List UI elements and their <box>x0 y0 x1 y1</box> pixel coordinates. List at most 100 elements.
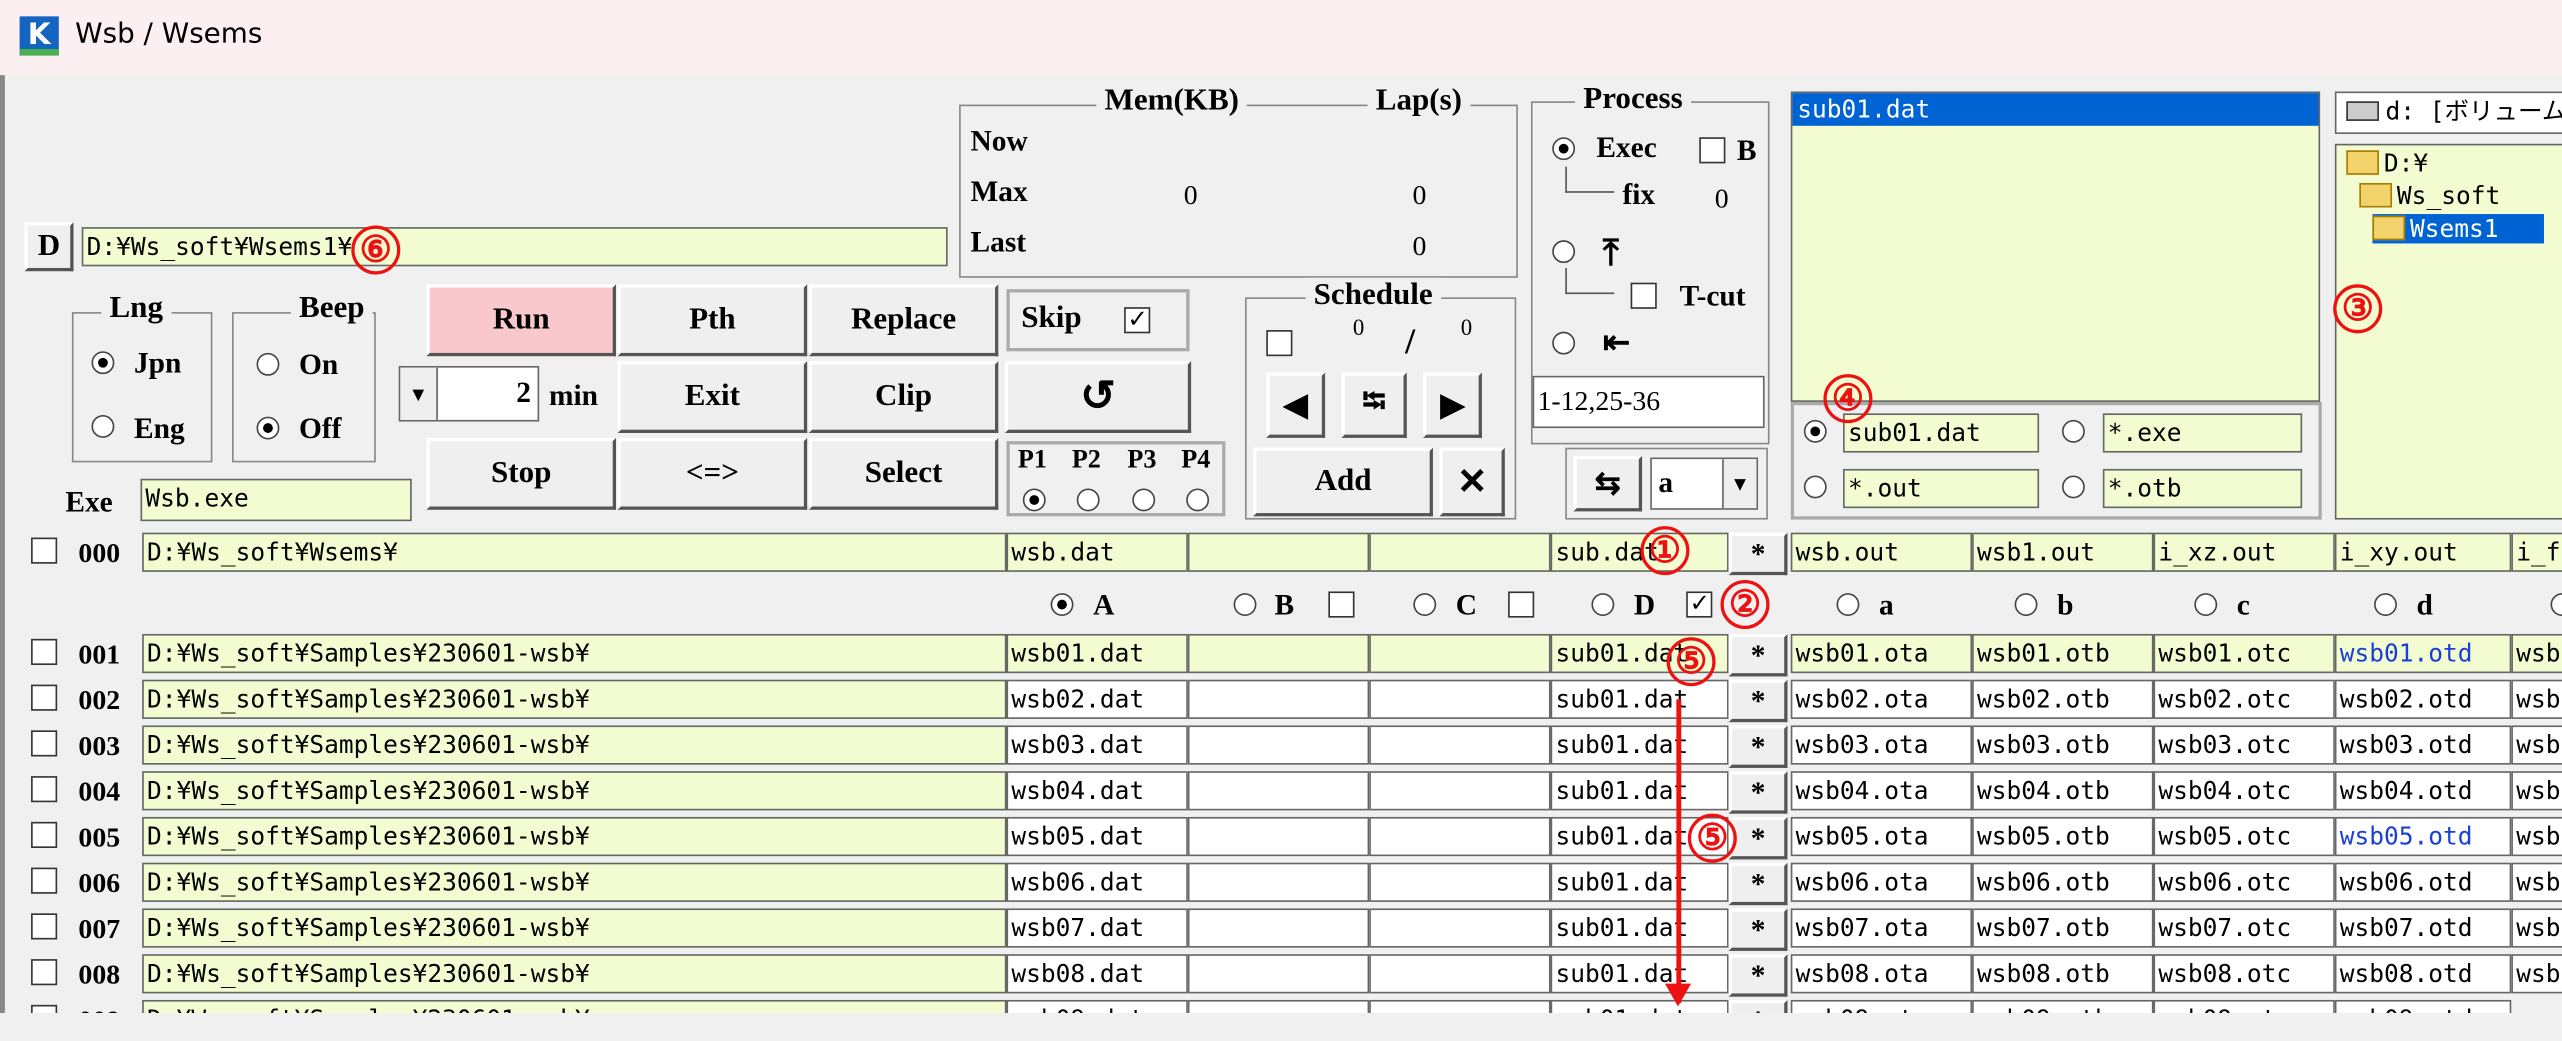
next-button[interactable]: ▶ <box>1423 372 1482 438</box>
row-7-star-button[interactable]: * <box>1728 908 1788 951</box>
row-000-out-e[interactable]: i_far <box>2511 532 2562 572</box>
row-8-path[interactable]: D:¥Ws_soft¥Samples¥230601-wsb¥ <box>142 954 1007 994</box>
row-7-col-b[interactable] <box>1187 908 1370 948</box>
out-d-radio[interactable] <box>2374 593 2397 616</box>
row-1-out-2[interactable]: wsb01.otc <box>2153 633 2335 674</box>
row-1-path[interactable]: D:¥Ws_soft¥Samples¥230601-wsb¥ <box>142 633 1007 674</box>
col-d-radio[interactable] <box>1591 593 1615 616</box>
col-c-checkbox[interactable] <box>1508 591 1535 618</box>
row-7-path[interactable]: D:¥Ws_soft¥Samples¥230601-wsb¥ <box>142 908 1007 948</box>
row-7-out-1[interactable]: wsb07.otb <box>1972 908 2154 948</box>
row-9-col-c[interactable] <box>1369 999 1551 1014</box>
row-8-out-4[interactable]: wsb <box>2511 954 2562 994</box>
filter-input-2[interactable]: *.exe <box>2102 413 2303 453</box>
select-button[interactable]: Select <box>808 437 999 510</box>
row-9-checkbox[interactable] <box>31 1004 58 1014</box>
row-4-dat[interactable]: wsb04.dat <box>1006 771 1188 811</box>
row-5-out-0[interactable]: wsb05.ota <box>1790 816 1973 857</box>
row-000-col-a[interactable]: wsb.dat <box>1006 532 1188 572</box>
tcut-checkbox[interactable] <box>1630 282 1657 309</box>
row-6-out-2[interactable]: wsb06.otc <box>2153 862 2335 902</box>
row-000-star-button[interactable]: * <box>1728 532 1788 576</box>
exe-input[interactable]: Wsb.exe <box>140 478 412 522</box>
row-8-col-c[interactable] <box>1369 954 1551 994</box>
row-4-star-button[interactable]: * <box>1728 771 1788 814</box>
filter-radio-4[interactable] <box>2061 475 2085 499</box>
row-4-col-c[interactable] <box>1369 771 1551 811</box>
swap-button[interactable]: ⇆ <box>1573 455 1643 512</box>
row-000-out-b[interactable]: wsb1.out <box>1972 532 2154 572</box>
row-3-star-button[interactable]: * <box>1728 725 1788 768</box>
filter-radio-3[interactable] <box>1803 475 1827 499</box>
row-5-out-3[interactable]: wsb05.otd <box>2334 816 2512 857</box>
col-a-radio[interactable] <box>1050 593 1074 616</box>
filter-input-1[interactable]: sub01.dat <box>1843 413 2040 453</box>
add-button[interactable]: Add <box>1253 447 1433 517</box>
skip-checkbox[interactable] <box>1124 304 1151 334</box>
row-1-out-4[interactable]: wsb <box>2511 633 2562 674</box>
output-dropdown[interactable]: a ▼ <box>1650 457 1759 510</box>
row-3-dat[interactable]: wsb03.dat <box>1006 725 1188 765</box>
row-2-path[interactable]: D:¥Ws_soft¥Samples¥230601-wsb¥ <box>142 679 1007 719</box>
beep-off-radio[interactable] <box>256 416 280 440</box>
row-3-path[interactable]: D:¥Ws_soft¥Samples¥230601-wsb¥ <box>142 725 1007 765</box>
col-b-radio[interactable] <box>1233 593 1257 616</box>
row-000-out-a[interactable]: wsb.out <box>1790 532 1973 572</box>
row-4-checkbox[interactable] <box>31 776 58 803</box>
row-3-col-c[interactable] <box>1369 725 1551 765</box>
row-6-out-3[interactable]: wsb06.otd <box>2334 862 2512 902</box>
row-2-dat[interactable]: wsb02.dat <box>1006 679 1188 719</box>
row-8-checkbox[interactable] <box>31 959 58 986</box>
row-5-out-4[interactable]: wsb <box>2511 816 2562 857</box>
prev-button[interactable]: ◀ <box>1266 372 1326 438</box>
beep-on-radio[interactable] <box>256 352 280 376</box>
row-7-out-0[interactable]: wsb07.ota <box>1790 908 1973 948</box>
p3-radio[interactable] <box>1132 488 1156 512</box>
p1-radio[interactable] <box>1022 488 1046 512</box>
row-7-sub[interactable]: sub01.dat <box>1550 908 1729 948</box>
row-4-out-4[interactable]: wsb <box>2511 771 2562 811</box>
schedule-checkbox[interactable] <box>1266 330 1293 357</box>
row-5-dat[interactable]: wsb05.dat <box>1006 816 1188 857</box>
row-8-dat[interactable]: wsb08.dat <box>1006 954 1188 994</box>
out-a-radio[interactable] <box>1836 593 1860 616</box>
p4-radio[interactable] <box>1186 488 1210 512</box>
row-7-dat[interactable]: wsb07.dat <box>1006 908 1188 948</box>
row-7-checkbox[interactable] <box>31 913 58 940</box>
row-3-out-2[interactable]: wsb03.otc <box>2153 725 2335 765</box>
row-7-out-4[interactable]: wsb <box>2511 908 2562 948</box>
row-000-path[interactable]: D:¥Ws_soft¥Wsems¥ <box>142 532 1007 572</box>
row-6-sub[interactable]: sub01.dat <box>1550 862 1729 902</box>
row-7-out-3[interactable]: wsb07.otd <box>2334 908 2512 948</box>
row-2-star-button[interactable]: * <box>1728 679 1788 723</box>
row-000-col-b[interactable] <box>1187 532 1370 572</box>
row-4-path[interactable]: D:¥Ws_soft¥Samples¥230601-wsb¥ <box>142 771 1007 811</box>
row-3-col-b[interactable] <box>1187 725 1370 765</box>
dir-input[interactable]: D:¥Ws_soft¥Wsems1¥ <box>81 227 948 267</box>
row-6-out-0[interactable]: wsb06.ota <box>1790 862 1973 902</box>
row-9-sub[interactable]: sub01.dat <box>1550 999 1729 1014</box>
row-4-out-2[interactable]: wsb04.otc <box>2153 771 2335 811</box>
b-checkbox[interactable] <box>1699 137 1726 164</box>
row-9-star-button[interactable]: * <box>1728 999 1788 1014</box>
row-3-out-0[interactable]: wsb03.ota <box>1790 725 1973 765</box>
row-5-checkbox[interactable] <box>31 821 58 848</box>
clip-button[interactable]: Clip <box>808 361 999 433</box>
row-4-sub[interactable]: sub01.dat <box>1550 771 1729 811</box>
row-9-out-2[interactable]: wsb09.otc <box>2153 999 2335 1014</box>
row-5-col-b[interactable] <box>1187 816 1370 857</box>
row-6-out-4[interactable]: wsb <box>2511 862 2562 902</box>
row-6-out-1[interactable]: wsb06.otb <box>1972 862 2154 902</box>
tree-item-ws-soft[interactable]: Ws_soft <box>2359 181 2500 211</box>
row-4-out-1[interactable]: wsb04.otb <box>1972 771 2154 811</box>
row-2-out-1[interactable]: wsb02.otb <box>1972 679 2154 719</box>
row-6-star-button[interactable]: * <box>1728 862 1788 906</box>
row-5-out-1[interactable]: wsb05.otb <box>1972 816 2154 857</box>
row-2-out-2[interactable]: wsb02.otc <box>2153 679 2335 719</box>
lang-jpn-radio[interactable] <box>91 351 115 375</box>
filter-radio-1[interactable] <box>1803 419 1827 443</box>
row-8-out-0[interactable]: wsb08.ota <box>1790 954 1973 994</box>
row-4-out-0[interactable]: wsb04.ota <box>1790 771 1973 811</box>
row-9-col-b[interactable] <box>1187 999 1370 1014</box>
row-8-star-button[interactable]: * <box>1728 954 1788 997</box>
